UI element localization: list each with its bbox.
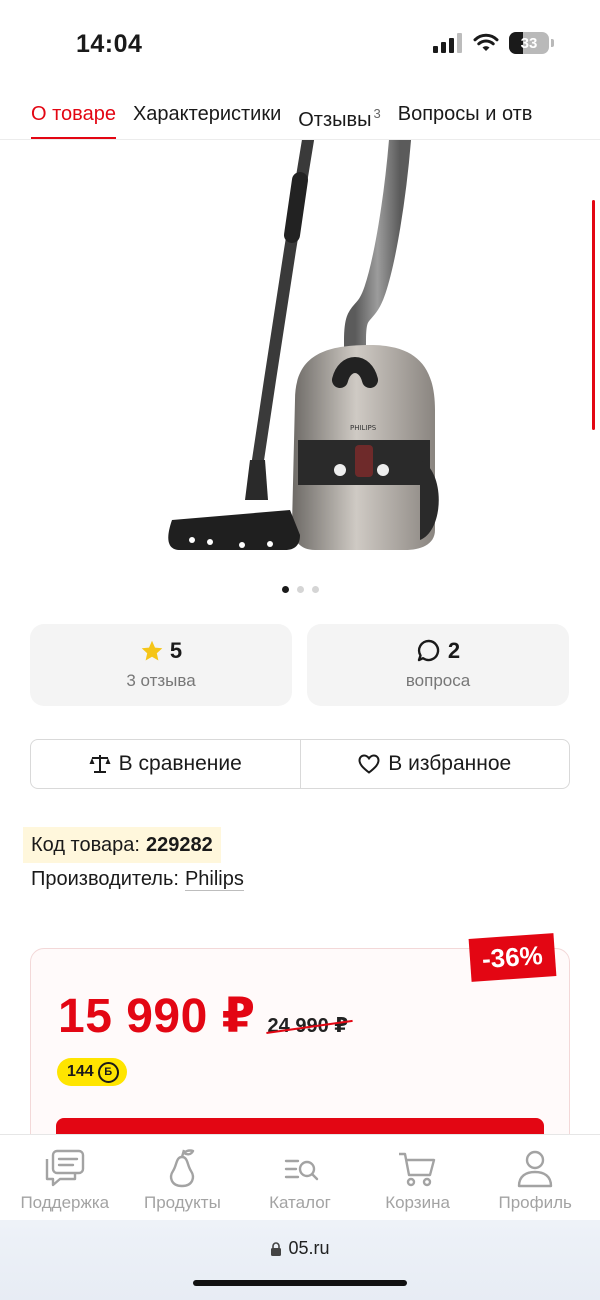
product-tabs: О товаре Характеристики Отзывы 3 Вопросы … xyxy=(0,96,600,140)
current-price: 15 990 ₽ xyxy=(58,990,256,1043)
battery-level: 33 xyxy=(520,34,538,52)
nav-profile-label: Профиль xyxy=(498,1193,572,1212)
status-bar: 14:04 33 xyxy=(0,0,600,90)
gallery-dot[interactable] xyxy=(296,586,304,593)
nav-catalog-label: Каталог xyxy=(269,1193,331,1212)
nav-products[interactable]: Продукты xyxy=(127,1135,237,1220)
manufacturer-label: Производитель: xyxy=(31,868,179,890)
nav-catalog[interactable]: Каталог xyxy=(245,1135,355,1220)
questions-value: 2 xyxy=(447,638,461,663)
vacuum-cleaner-image: PHILIPS xyxy=(168,129,439,550)
chat-bubble-icon xyxy=(417,639,440,662)
nav-cart[interactable]: Корзина xyxy=(363,1135,473,1220)
status-icons: 33 xyxy=(433,32,554,54)
tab-questions[interactable]: Вопросы и отв xyxy=(398,96,533,139)
price-row: 15 990 ₽ 24 990 ₽ xyxy=(58,988,348,1044)
battery-cap xyxy=(551,39,554,47)
bonus-coin-icon: Б xyxy=(97,1061,119,1083)
nav-support[interactable]: Поддержка xyxy=(10,1135,120,1220)
product-code-value: 229282 xyxy=(145,833,213,856)
product-image[interactable]: PHILIPS xyxy=(150,129,450,570)
url-field[interactable]: 05.ru xyxy=(0,1238,600,1259)
product-code: Код товара: 229282 xyxy=(23,827,221,863)
tab-reviews[interactable]: Отзывы 3 xyxy=(298,96,381,139)
pear-icon xyxy=(170,1149,195,1188)
catalog-search-icon xyxy=(284,1159,319,1181)
url-text: 05.ru xyxy=(288,1238,330,1258)
compare-label: В сравнение xyxy=(118,752,242,775)
wifi-icon xyxy=(473,33,499,51)
cart-icon xyxy=(398,1152,435,1187)
rating-card[interactable]: 5 3 отзыва xyxy=(30,624,292,706)
heart-icon xyxy=(358,754,380,774)
profile-icon xyxy=(517,1150,553,1188)
nav-support-label: Поддержка xyxy=(20,1193,110,1212)
chat-icon xyxy=(45,1149,84,1187)
gallery-dot[interactable] xyxy=(281,586,289,593)
bottom-nav: Поддержка Продукты Каталог Корзина Профи… xyxy=(0,1134,600,1220)
old-price: 24 990 ₽ xyxy=(267,1015,349,1037)
status-time: 14:04 xyxy=(76,30,143,58)
questions-label: вопроса xyxy=(405,671,471,690)
rating-value: 5 xyxy=(169,638,183,663)
home-indicator[interactable] xyxy=(193,1280,407,1286)
reviews-count-badge: 3 xyxy=(373,106,381,121)
tab-specifications[interactable]: Характеристики xyxy=(133,96,281,139)
gallery-dots xyxy=(0,586,600,593)
product-actions: В сравнение В избранное xyxy=(30,739,570,789)
battery-icon: 33 xyxy=(509,32,549,54)
compare-scales-icon xyxy=(89,755,111,773)
lock-icon xyxy=(271,1241,282,1256)
compare-button[interactable]: В сравнение xyxy=(31,740,300,788)
reviews-count: 3 отзыва xyxy=(126,671,196,690)
nav-profile[interactable]: Профиль xyxy=(480,1135,590,1220)
signal-icon xyxy=(433,33,462,53)
tabs-fade xyxy=(568,96,600,139)
product-code-label: Код товара: xyxy=(31,833,140,856)
scroll-indicator xyxy=(592,200,595,430)
favorite-button[interactable]: В избранное xyxy=(299,740,570,788)
tab-about[interactable]: О товаре xyxy=(31,96,116,139)
favorite-label: В избранное xyxy=(388,752,512,775)
nav-cart-label: Корзина xyxy=(385,1193,450,1212)
bonus-badge: 144 Б xyxy=(57,1058,127,1086)
questions-card[interactable]: 2 вопроса xyxy=(307,624,569,706)
manufacturer: Производитель: Philips xyxy=(31,868,244,891)
nav-products-label: Продукты xyxy=(143,1193,221,1212)
star-icon xyxy=(141,640,163,661)
bonus-value: 144 xyxy=(67,1063,94,1080)
svg-text:PHILIPS: PHILIPS xyxy=(350,424,377,432)
manufacturer-link[interactable]: Philips xyxy=(184,868,244,891)
gallery-dot[interactable] xyxy=(311,586,319,593)
discount-badge: -36% xyxy=(468,933,557,982)
browser-address-bar[interactable]: 05.ru xyxy=(0,1220,600,1300)
